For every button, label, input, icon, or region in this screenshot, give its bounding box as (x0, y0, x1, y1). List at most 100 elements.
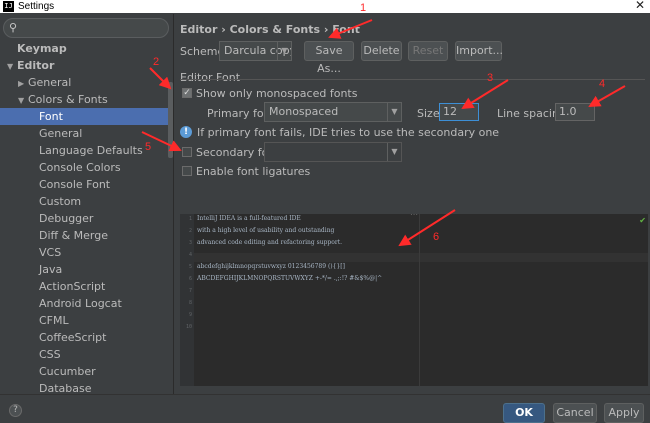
search-icon: ⚲ (9, 21, 18, 34)
line-number: 5 (188, 264, 192, 270)
tree-item-label: Custom (39, 195, 82, 208)
line-number: 8 (188, 300, 192, 306)
tree-item-label: Editor (17, 59, 55, 72)
window-title: Settings (18, 1, 55, 12)
annotation-number: 3 (487, 72, 494, 84)
ligatures-label: Enable font ligatures (196, 165, 311, 178)
primary-font-select[interactable]: Monospaced ▼ (264, 102, 402, 122)
info-text: If primary font fails, IDE tries to use … (197, 126, 500, 139)
collapsed-arrow-icon[interactable]: ▶ (18, 75, 28, 92)
chevron-down-icon: ▼ (277, 42, 291, 60)
primary-font-value: Monospaced (269, 105, 339, 118)
line-number: 7 (188, 288, 192, 294)
tree-item-label: General (28, 76, 72, 89)
section-divider (180, 79, 645, 80)
tree-item-android-logcat[interactable]: Android Logcat (0, 295, 168, 312)
tree-item-font[interactable]: Font (0, 108, 168, 125)
tree-item-label: Colors & Fonts (28, 93, 108, 106)
preview-line: with a high level of usability and outst… (197, 227, 335, 234)
tree-item-diff-merge[interactable]: Diff & Merge (0, 227, 168, 244)
check-icon: ✔ (639, 216, 646, 225)
tree-item-label: CoffeeScript (39, 331, 107, 344)
section-title: Editor Font (180, 71, 241, 84)
tree-item-label: VCS (39, 246, 62, 259)
line-number: 4 (188, 252, 192, 258)
annotation-number: 2 (153, 56, 160, 68)
tree-item-java[interactable]: Java (0, 261, 168, 278)
caret-row-highlight (194, 253, 648, 262)
tree-item-language-defaults[interactable]: Language Defaults (0, 142, 168, 159)
close-icon[interactable]: ✕ (635, 0, 645, 12)
import-button[interactable]: Import... (455, 41, 503, 61)
tree-item-general[interactable]: ▶ General (0, 74, 168, 91)
tree-item-general-colors[interactable]: General (0, 125, 168, 142)
tree-item-console-colors[interactable]: Console Colors (0, 159, 168, 176)
tree-item-actionscript[interactable]: ActionScript (0, 278, 168, 295)
tree-item-cfml[interactable]: CFML (0, 312, 168, 329)
line-number: 2 (188, 228, 192, 234)
settings-tree: Keymap ▼ Editor ▶ General ▼ Colors & Fonts … (0, 40, 168, 397)
cancel-button[interactable]: Cancel (553, 403, 597, 423)
show-monospaced-checkbox[interactable]: ✓ (182, 88, 192, 98)
tree-item-colors-fonts[interactable]: ▼ Colors & Fonts (0, 91, 168, 108)
annotation-number: 1 (360, 2, 367, 14)
chevron-down-icon: ▼ (387, 103, 401, 121)
preview-line: ABCDEFGHIJKLMNOPQRSTUVWXYZ +-*/= .,;:!? … (197, 275, 383, 282)
line-number: 10 (185, 324, 192, 330)
ok-button[interactable]: OK (503, 403, 545, 423)
tree-item-label: Language Defaults (39, 144, 143, 157)
annotation-number: 6 (433, 231, 440, 243)
scheme-select[interactable]: Darcula copy ▼ (219, 41, 292, 61)
line-number: 1 (188, 216, 192, 222)
sidebar-scrollbar[interactable] (168, 82, 173, 158)
resize-handle-icon[interactable]: ⋯ (410, 210, 418, 219)
intellij-app-icon: IJ (3, 1, 14, 12)
tree-item-debugger[interactable]: Debugger (0, 210, 168, 227)
line-spacing-input[interactable]: 1.0 (555, 103, 595, 121)
expanded-arrow-icon[interactable]: ▼ (7, 58, 17, 75)
breadcrumb: Editor › Colors & Fonts › Font (180, 23, 360, 36)
tree-item-css[interactable]: CSS (0, 346, 168, 363)
tree-item-custom[interactable]: Custom (0, 193, 168, 210)
right-margin-guide (419, 214, 420, 386)
tree-item-label: ActionScript (39, 280, 106, 293)
settings-sidebar: ⚲ Keymap ▼ Editor ▶ General ▼ Colors & Font… (0, 14, 174, 397)
font-preview-editor[interactable]: ⋯ 1 2 3 4 5 6 7 8 9 10 IntelliJ IDEA is … (180, 210, 648, 386)
dialog-footer: ? OK Cancel Apply (0, 394, 650, 423)
save-as-button[interactable]: Save As... (304, 41, 354, 75)
tree-item-keymap[interactable]: Keymap (0, 40, 168, 57)
line-number: 9 (188, 312, 192, 318)
secondary-font-checkbox[interactable] (182, 147, 192, 157)
show-monospaced-label: Show only monospaced fonts (196, 87, 358, 100)
settings-search-input[interactable]: ⚲ (3, 18, 169, 38)
preview-line: abcdefghijklmnopqrstuvwxyz 0123456789 ()… (197, 263, 345, 270)
tree-item-label: General (39, 127, 83, 140)
tree-item-label: Diff & Merge (39, 229, 109, 242)
tree-item-label: Console Colors (39, 161, 121, 174)
tree-item-editor[interactable]: ▼ Editor (0, 57, 168, 74)
ligatures-checkbox[interactable] (182, 166, 192, 176)
line-number: 6 (188, 276, 192, 282)
info-icon: ! (180, 126, 192, 138)
font-settings-panel: Editor › Colors & Fonts › Font Scheme: D… (175, 14, 650, 394)
reset-button[interactable]: Reset (408, 41, 448, 61)
tree-item-label: Cucumber (39, 365, 96, 378)
tree-item-label: Android Logcat (39, 297, 122, 310)
expanded-arrow-icon[interactable]: ▼ (18, 92, 28, 109)
line-number-gutter: 1 2 3 4 5 6 7 8 9 10 (180, 214, 194, 386)
apply-button[interactable]: Apply (604, 403, 644, 423)
tree-item-label: CSS (39, 348, 61, 361)
tree-item-vcs[interactable]: VCS (0, 244, 168, 261)
preview-line: advanced code editing and refactoring su… (197, 239, 343, 246)
tree-item-cucumber[interactable]: Cucumber (0, 363, 168, 380)
tree-item-coffeescript[interactable]: CoffeeScript (0, 329, 168, 346)
secondary-font-select[interactable]: ▼ (264, 142, 402, 162)
preview-line: IntelliJ IDEA is a full-featured IDE (197, 215, 301, 222)
tree-item-label: Keymap (17, 42, 67, 55)
tree-item-label: Java (39, 263, 63, 276)
chevron-down-icon: ▼ (387, 143, 401, 161)
help-icon[interactable]: ? (9, 404, 22, 417)
delete-button[interactable]: Delete (361, 41, 402, 61)
size-input[interactable]: 12 (439, 103, 479, 121)
tree-item-console-font[interactable]: Console Font (0, 176, 168, 193)
